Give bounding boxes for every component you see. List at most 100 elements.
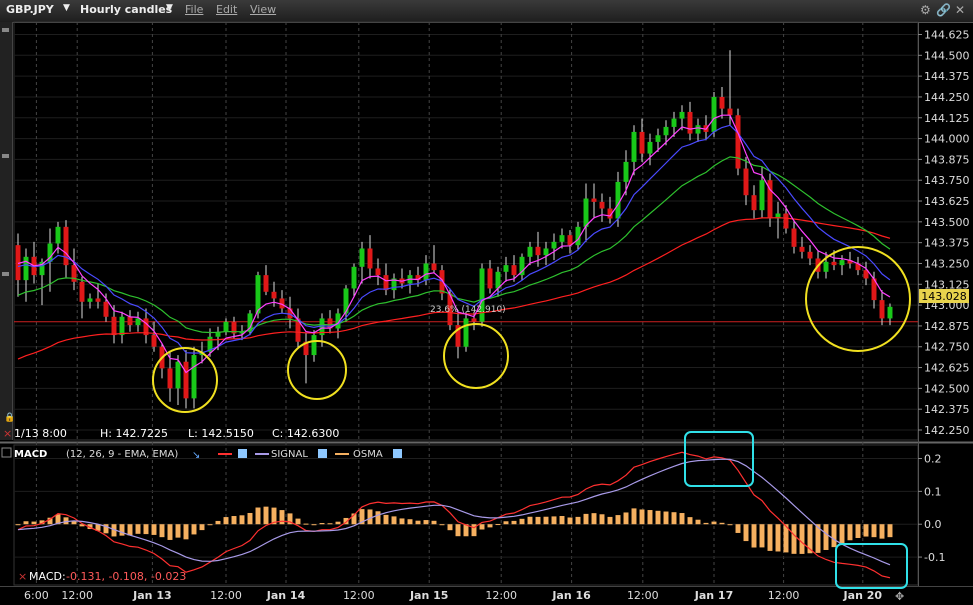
candle bbox=[175, 361, 181, 389]
osma-bar bbox=[167, 524, 173, 540]
osma-bar bbox=[71, 521, 77, 525]
osma-bar bbox=[143, 524, 149, 535]
legend-osma-checkbox[interactable] bbox=[393, 449, 402, 458]
legend-signal-checkbox[interactable] bbox=[318, 449, 327, 458]
candle bbox=[351, 266, 357, 289]
osma-bar bbox=[863, 524, 869, 537]
candle bbox=[711, 96, 717, 132]
y-tick-label: 142.625 bbox=[924, 362, 970, 375]
osma-bar bbox=[615, 515, 621, 525]
candle bbox=[791, 228, 797, 247]
readout-close-icon[interactable]: × bbox=[3, 427, 12, 440]
osma-bar bbox=[879, 524, 885, 539]
macd-y-tick-label: 0.1 bbox=[924, 485, 942, 498]
candle bbox=[879, 300, 885, 319]
readout-date: 1/13 8:00 bbox=[14, 427, 67, 440]
candle bbox=[23, 256, 29, 281]
legend-signal-label: SIGNAL bbox=[271, 449, 308, 460]
y-tick-label: 144.500 bbox=[924, 49, 970, 62]
osma-bar bbox=[599, 514, 605, 525]
candle bbox=[671, 118, 677, 127]
osma-bar bbox=[415, 520, 421, 525]
legend-macd-checkbox[interactable] bbox=[238, 449, 247, 458]
osma-bar bbox=[519, 518, 525, 525]
macd-collapse-icon bbox=[1, 447, 12, 458]
candle bbox=[343, 288, 349, 314]
y-tick-label: 143.875 bbox=[924, 153, 970, 166]
macd-indicator bbox=[15, 451, 893, 579]
candle bbox=[463, 318, 469, 347]
candle bbox=[79, 281, 85, 302]
osma-bar bbox=[543, 516, 549, 525]
y-tick-label: 144.000 bbox=[924, 133, 970, 146]
expand-icon[interactable]: ✥ bbox=[895, 590, 904, 603]
x-tick-label: 12:00 bbox=[61, 589, 93, 602]
osma-bar bbox=[311, 524, 317, 526]
price-y-axis: 144.625 144.500 144.375 144.250 144.125 144.0… bbox=[918, 28, 970, 437]
candle bbox=[191, 355, 197, 399]
candle bbox=[687, 111, 693, 134]
candle bbox=[471, 318, 477, 322]
candle bbox=[551, 241, 557, 249]
arrow-icon[interactable]: ↘ bbox=[192, 450, 200, 461]
osma-bar bbox=[823, 524, 829, 550]
candle bbox=[423, 263, 429, 281]
osma-bar bbox=[631, 508, 637, 525]
osma-bar bbox=[423, 520, 429, 525]
y-tick-label: 143.500 bbox=[924, 216, 970, 229]
x-tick-label: 12:00 bbox=[627, 589, 659, 602]
readout-low: L: 142.5150 bbox=[188, 427, 254, 440]
candle bbox=[727, 108, 733, 116]
candle bbox=[87, 298, 93, 302]
yellow-circle-annotation bbox=[287, 340, 347, 400]
osma-bar bbox=[535, 516, 541, 525]
y-tick-label: 143.625 bbox=[924, 195, 970, 208]
y-tick-label: 142.875 bbox=[924, 320, 970, 333]
osma-bar bbox=[527, 516, 533, 525]
osma-bar bbox=[239, 515, 245, 525]
grid bbox=[14, 22, 918, 586]
candle bbox=[583, 198, 589, 227]
candle bbox=[631, 131, 637, 162]
macd-readout-label: MACD: bbox=[29, 570, 66, 583]
x-tick-label: 12:00 bbox=[768, 589, 800, 602]
osma-bar bbox=[263, 506, 269, 525]
osma-bar bbox=[119, 524, 125, 536]
candle bbox=[559, 235, 565, 242]
osma-bar bbox=[439, 524, 445, 526]
legend-osma-label: OSMA bbox=[353, 449, 383, 460]
osma-bar bbox=[391, 516, 397, 525]
macd-params: (12, 26, 9 - EMA, EMA) bbox=[66, 449, 178, 460]
candle bbox=[263, 275, 269, 292]
moving-average-line bbox=[17, 217, 891, 360]
osma-bar bbox=[455, 524, 461, 537]
candle bbox=[759, 180, 765, 211]
macd-line bbox=[17, 458, 891, 566]
osma-bar bbox=[687, 517, 693, 525]
y-tick-label: 143.250 bbox=[924, 257, 970, 270]
candle bbox=[431, 263, 437, 271]
price-chart[interactable]: 144.625 144.500 144.375 144.250 144.125 144.0… bbox=[0, 0, 973, 605]
candle bbox=[831, 261, 837, 266]
osma-bar bbox=[231, 516, 237, 525]
candle bbox=[735, 115, 741, 169]
osma-bar bbox=[335, 521, 341, 525]
osma-bar bbox=[775, 524, 781, 552]
osma-bar bbox=[695, 519, 701, 525]
y-tick-label: 142.500 bbox=[924, 382, 970, 395]
last-price-label: 143.028 bbox=[921, 290, 967, 303]
osma-bar bbox=[407, 519, 413, 525]
candle bbox=[599, 201, 605, 209]
candle bbox=[255, 275, 261, 314]
y-tick-label: 144.625 bbox=[924, 28, 970, 41]
x-tick-label: Jan 14 bbox=[266, 589, 306, 602]
macd-y-axis: 0.2 0.1 0.0 -0.1 bbox=[918, 453, 945, 564]
macd-line bbox=[17, 451, 891, 579]
osma-bar bbox=[199, 524, 205, 531]
lock-icon[interactable]: 🔒 bbox=[4, 412, 15, 423]
x-tick-label: 12:00 bbox=[210, 589, 242, 602]
osma-bar bbox=[127, 524, 133, 536]
osma-bar bbox=[207, 524, 213, 526]
macd-readout-close-icon[interactable]: × bbox=[18, 570, 27, 583]
candle bbox=[695, 125, 701, 134]
